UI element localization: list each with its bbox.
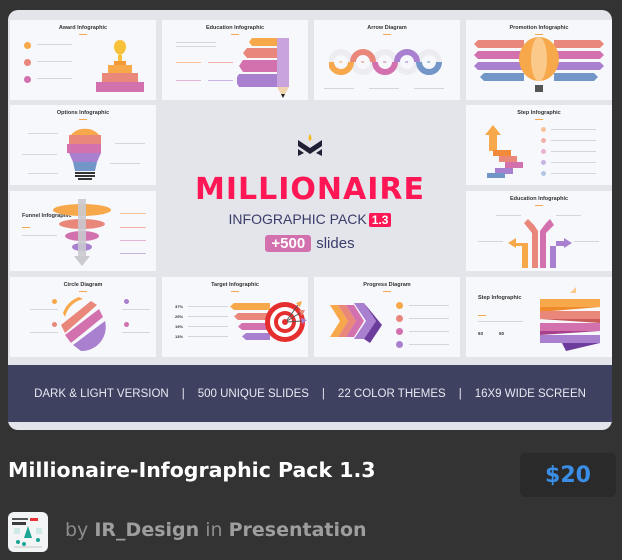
- tile-options-infographic: Options Infographic: [10, 105, 156, 185]
- tile-step-infographic-ribbon: Step Infographic 93 50: [466, 277, 612, 357]
- title-underline: [231, 291, 239, 292]
- chevrons-icon: [330, 303, 382, 343]
- tile-promotion-infographic: Promotion Infographic: [466, 20, 612, 100]
- title-underline: [79, 119, 87, 120]
- feature-item: 500 UNIQUE SLIDES: [197, 387, 309, 400]
- bullet-icon: [24, 59, 31, 66]
- split-arrows-icon: [508, 219, 572, 268]
- author-avatar-icon: [12, 518, 42, 548]
- tile-title: Arrow Diagram: [367, 25, 407, 31]
- trophy-podium-icon: [96, 40, 144, 92]
- title-underline: [535, 34, 543, 35]
- feature-item: 22 COLOR THEMES: [337, 387, 446, 400]
- pack-subtitle: INFOGRAPHIC PACK 1.3: [162, 211, 458, 227]
- tile-step-infographic: Step Infographic: [466, 105, 612, 185]
- category-link[interactable]: Presentation: [229, 519, 367, 541]
- tile-education-infographic: Education Infographic: [162, 20, 308, 100]
- title-underline: [383, 291, 391, 292]
- sliced-circle-icon: [61, 297, 106, 352]
- tile-title: Options Infographic: [56, 110, 110, 116]
- product-title[interactable]: Millionaire-Infographic Pack 1.3: [8, 458, 376, 482]
- tile-title: Target Infographic: [211, 282, 259, 288]
- wave-arrow-icon: [329, 49, 442, 75]
- title-underline: [22, 227, 30, 228]
- funnel-icon: [53, 199, 111, 266]
- product-preview-card[interactable]: Award Infographic Education Infographic: [8, 10, 612, 430]
- version-badge: 1.3: [368, 213, 392, 227]
- feature-item: DARK & LIGHT VERSION: [34, 387, 169, 400]
- pencil-chart-icon: [237, 38, 289, 98]
- slide-count-badge: +500: [265, 235, 312, 252]
- ribbon-steps-icon: [540, 287, 600, 351]
- staircase-icon: [485, 125, 523, 178]
- tile-award-infographic: Award Infographic: [10, 20, 156, 100]
- feature-item: 16X9 WIDE SCREEN: [474, 387, 586, 400]
- price-button[interactable]: $20: [520, 453, 616, 497]
- separator: |: [321, 387, 325, 400]
- bullet-icon: [24, 76, 31, 83]
- tile-title: Circle Diagram: [63, 282, 103, 288]
- tile-education-infographic-arrows: Education Infographic: [466, 191, 612, 271]
- separator: |: [458, 387, 462, 400]
- tile-arrow-diagram: Arrow Diagram 01 02 03 04 05: [314, 20, 460, 100]
- tile-title: Education Infographic: [205, 25, 265, 31]
- balloon-arrows-icon: [474, 37, 604, 92]
- tile-circle-diagram: Circle Diagram: [10, 277, 156, 357]
- author-link[interactable]: IR_Design: [94, 519, 199, 541]
- title-underline: [79, 34, 87, 35]
- tile-title: Step Infographic: [478, 295, 522, 301]
- tile-title: Award Infographic: [58, 25, 108, 31]
- tile-funnel-infographic: Funnel Infographic: [10, 191, 156, 271]
- title-underline: [535, 119, 543, 120]
- brand-title: MILLIONAIRE: [195, 172, 425, 207]
- lightbulb-icon: [67, 128, 101, 180]
- title-underline: [383, 34, 391, 35]
- slide-count: +500 slides: [162, 235, 458, 252]
- tile-title: Education Infographic: [509, 196, 569, 202]
- separator: |: [181, 387, 185, 400]
- crown-m-logo-icon: [298, 134, 322, 156]
- tile-title: Promotion Infographic: [509, 25, 569, 31]
- features-banner: DARK & LIGHT VERSION | 500 UNIQUE SLIDES…: [8, 365, 612, 422]
- target-icon: [230, 301, 307, 342]
- bullet-icon: [24, 42, 31, 49]
- title-underline: [79, 291, 87, 292]
- hero-center: MILLIONAIRE INFOGRAPHIC PACK 1.3 +500 slid…: [162, 105, 458, 280]
- title-underline: [478, 315, 486, 316]
- title-underline: [535, 205, 543, 206]
- byline: by IR_Design in Presentation: [65, 519, 367, 541]
- author-avatar[interactable]: [8, 512, 48, 552]
- tile-target-infographic: Target Infographic 37% 25% 19% 13%: [162, 277, 308, 357]
- tile-progress-diagram: Progress Diagram: [314, 277, 460, 357]
- tile-title: Progress Diagram: [363, 282, 411, 288]
- tile-title: Step Infographic: [517, 110, 561, 116]
